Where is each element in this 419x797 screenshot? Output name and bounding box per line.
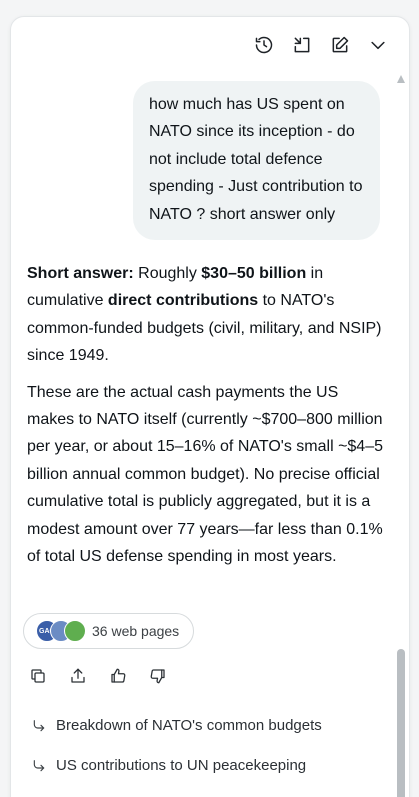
arrow-turn-right-icon (33, 719, 45, 731)
sources-button[interactable]: GAO 36 web pages (23, 613, 194, 649)
answer-paragraph-2: These are the actual cash payments the U… (27, 383, 383, 566)
assistant-answer: Short answer: Roughly $30–50 billion in … (27, 260, 385, 570)
copy-button[interactable] (29, 667, 49, 687)
chat-panel: how much has US spent on NATO since its … (10, 16, 410, 797)
collapse-button[interactable] (291, 34, 313, 56)
answer-emphasis: direct contributions (107, 292, 259, 310)
history-icon (255, 36, 273, 54)
collapse-icon (294, 37, 310, 53)
suggestion-item[interactable]: US contributions to UN peacekeeping (31, 757, 306, 774)
arrow-turn-right-icon (33, 759, 45, 771)
answer-amount: $30–50 billion (201, 265, 307, 282)
suggestion-label: US contributions to UN peacekeeping (56, 757, 307, 774)
history-button[interactable] (253, 34, 275, 56)
new-chat-button[interactable] (329, 34, 351, 56)
answer-paragraph-1: Short answer: Roughly $30–50 billion in … (27, 260, 385, 370)
panel-header (253, 31, 389, 59)
chevron-down-icon (371, 41, 385, 50)
suggestion-item[interactable]: Breakdown of NATO's common budgets (31, 717, 322, 734)
scroll-thumb[interactable] (397, 649, 405, 797)
share-icon (71, 668, 85, 683)
sources-label: 36 web pages (92, 623, 180, 639)
source-favicons: GAO (36, 620, 86, 642)
thumbs-up-icon (111, 668, 126, 683)
answer-text: Roughly (133, 265, 202, 282)
suggestion-label: Breakdown of NATO's common budgets (56, 717, 322, 734)
new-chat-icon (332, 36, 349, 53)
thumbs-up-button[interactable] (109, 667, 129, 687)
user-message: how much has US spent on NATO since its … (133, 81, 380, 241)
scrollbar[interactable] (396, 75, 406, 797)
menu-dropdown-button[interactable] (367, 34, 389, 56)
copy-icon (31, 669, 45, 683)
share-button[interactable] (69, 667, 89, 687)
site-favicon-icon (64, 620, 86, 642)
thumbs-down-icon (150, 669, 165, 684)
answer-lead: Short answer: (27, 265, 134, 282)
answer-actions (29, 667, 169, 687)
thumbs-down-button[interactable] (149, 667, 169, 687)
scroll-up-arrow-icon[interactable] (397, 75, 405, 83)
